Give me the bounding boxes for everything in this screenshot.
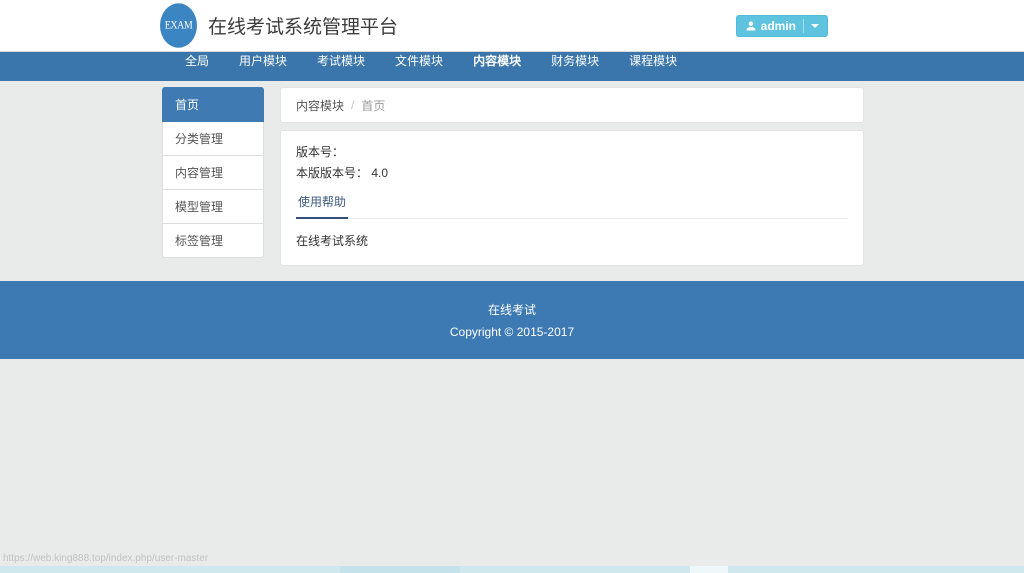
app-header: EXAM 在线考试系统管理平台 admin: [0, 0, 1024, 52]
content-area: 首页 分类管理 内容管理 模型管理 标签管理 内容模块 / 首页 版本号： 本版…: [0, 81, 1024, 281]
sidebar-item-category-management[interactable]: 分类管理: [162, 122, 264, 156]
nav-item-user-module[interactable]: 用户模块: [224, 52, 302, 69]
help-tabs: 使用帮助: [296, 193, 848, 219]
user-name-label: admin: [761, 19, 796, 33]
user-icon: [745, 20, 757, 32]
bottom-strip-segment: [690, 566, 728, 573]
page-title: 在线考试系统管理平台: [208, 12, 398, 39]
version-label: 版本号：: [296, 142, 848, 163]
help-content-text: 在线考试系统: [296, 232, 848, 249]
user-dropdown-button[interactable]: admin: [736, 15, 828, 37]
sidebar-item-tag-management[interactable]: 标签管理: [162, 224, 264, 258]
status-bar-url: https://web.king888.top/index.php/user-m…: [3, 553, 208, 564]
version-value: 本版版本号： 4.0: [296, 163, 848, 184]
footer-site-name: 在线考试: [0, 281, 1024, 318]
nav-item-course-module[interactable]: 课程模块: [614, 52, 692, 69]
page-footer: 在线考试 Copyright © 2015-2017: [0, 281, 1024, 359]
sidebar-menu: 首页 分类管理 内容管理 模型管理 标签管理: [162, 87, 264, 258]
nav-item-global[interactable]: 全局: [170, 52, 224, 69]
sidebar-item-home[interactable]: 首页: [162, 87, 264, 122]
version-panel: 版本号： 本版版本号： 4.0 使用帮助 在线考试系统: [280, 130, 864, 266]
nav-item-finance-module[interactable]: 财务模块: [536, 52, 614, 69]
bottom-edge-strip: [0, 566, 1024, 573]
exam-logo-text: EXAM: [165, 19, 192, 32]
tab-usage-help[interactable]: 使用帮助: [296, 193, 348, 219]
main-navbar: 全局 用户模块 考试模块 文件模块 内容模块 财务模块 课程模块: [0, 52, 1024, 81]
bottom-strip-segment: [340, 566, 460, 573]
navbar-menu: 全局 用户模块 考试模块 文件模块 内容模块 财务模块 课程模块: [160, 52, 864, 69]
breadcrumb: 内容模块 / 首页: [280, 87, 864, 123]
footer-copyright: Copyright © 2015-2017: [0, 325, 1024, 339]
caret-down-icon: [811, 24, 819, 28]
button-divider: [803, 19, 804, 33]
sidebar-item-model-management[interactable]: 模型管理: [162, 190, 264, 224]
sidebar-item-content-management[interactable]: 内容管理: [162, 156, 264, 190]
nav-item-content-module[interactable]: 内容模块: [458, 52, 536, 69]
nav-item-exam-module[interactable]: 考试模块: [302, 52, 380, 69]
exam-logo: EXAM: [160, 3, 197, 47]
main-panel: 内容模块 / 首页 版本号： 本版版本号： 4.0 使用帮助 在线考试系统: [280, 87, 864, 266]
breadcrumb-separator: /: [351, 98, 354, 112]
breadcrumb-parent: 内容模块: [296, 97, 344, 114]
breadcrumb-current: 首页: [361, 97, 385, 114]
nav-item-file-module[interactable]: 文件模块: [380, 52, 458, 69]
